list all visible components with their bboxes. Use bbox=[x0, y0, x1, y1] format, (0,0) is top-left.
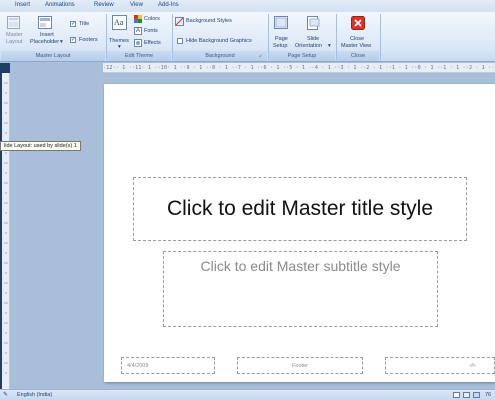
tab-review[interactable]: Review bbox=[94, 2, 114, 8]
zoom-level[interactable]: 76 bbox=[485, 392, 491, 398]
tab-animations[interactable]: Animations bbox=[45, 2, 75, 8]
page-setup-label-2: Setup bbox=[273, 43, 288, 49]
colors-icon bbox=[134, 15, 142, 23]
slide-orientation-button[interactable]: Slide Orientation ▾ bbox=[295, 14, 333, 50]
group-label-master-layout: Master Layout bbox=[1, 51, 105, 61]
page-setup-label-1: Page bbox=[275, 36, 288, 42]
ribbon: Master Layout Insert Placeholder ▾ ✓ Tit… bbox=[0, 12, 495, 62]
group-label-edit-theme: Edit Theme bbox=[107, 51, 171, 61]
close-master-view-label-1: Close bbox=[350, 36, 365, 42]
group-label-background: Background bbox=[173, 51, 267, 61]
footers-checkbox-label: Footers bbox=[79, 37, 98, 43]
tab-insert[interactable]: Insert bbox=[15, 2, 30, 8]
hide-background-graphics-checkbox[interactable] bbox=[177, 38, 183, 44]
title-placeholder[interactable]: Click to edit Master title style bbox=[133, 177, 467, 241]
slide-number-placeholder[interactable]: ‹#› bbox=[385, 357, 495, 374]
page-setup-button[interactable]: Page Setup bbox=[270, 14, 294, 50]
slide-show-icon[interactable] bbox=[473, 392, 480, 398]
slide-orientation-label-2: Orientation bbox=[295, 43, 322, 49]
insert-placeholder-button[interactable]: Insert Placeholder ▾ bbox=[28, 14, 66, 50]
ribbon-tabs: Insert Animations Review View Add-Ins bbox=[0, 0, 495, 12]
effects-icon bbox=[134, 39, 142, 47]
dialog-launcher-icon[interactable]: ⌟ bbox=[259, 52, 262, 59]
footer-placeholder[interactable]: Footer bbox=[237, 357, 363, 374]
effects-button[interactable]: Effects bbox=[134, 39, 170, 48]
normal-view-icon[interactable] bbox=[453, 392, 460, 398]
effects-label: Effects bbox=[144, 40, 161, 46]
divider bbox=[380, 14, 381, 60]
vertical-ruler bbox=[2, 73, 10, 389]
vertical-ruler-ticks bbox=[4, 82, 8, 374]
svg-text:Aa: Aa bbox=[114, 18, 124, 27]
master-layout-label-1: Master bbox=[6, 32, 23, 38]
group-label-close: Close bbox=[337, 51, 379, 61]
horizontal-ruler: ·12·· 1 ··11· 1 ··10· 1 ··9 · 1 ··8 · 1 … bbox=[103, 63, 495, 73]
slide-canvas[interactable]: Click to edit Master title style Click t… bbox=[104, 84, 495, 382]
group-label-page-setup: Page Setup bbox=[269, 51, 335, 61]
chevron-down-icon: ▾ bbox=[118, 44, 121, 50]
chevron-down-icon: ▾ bbox=[60, 39, 63, 45]
fonts-button[interactable]: A Fonts bbox=[134, 27, 170, 36]
hide-background-graphics-label: Hide Background Graphics bbox=[186, 38, 252, 44]
page-setup-icon bbox=[274, 16, 288, 29]
footers-checkbox[interactable]: ✓ bbox=[70, 37, 76, 43]
language-indicator[interactable]: English (India) bbox=[17, 392, 52, 398]
fonts-icon: A bbox=[134, 27, 142, 35]
slide-sorter-icon[interactable] bbox=[463, 392, 470, 398]
background-styles-icon bbox=[175, 17, 184, 26]
slide-orientation-label-1: Slide bbox=[307, 36, 320, 42]
master-layout-button[interactable]: Master Layout bbox=[2, 14, 26, 50]
master-layout-icon bbox=[7, 16, 20, 29]
status-bar: ✎ English (India) 76 bbox=[0, 389, 495, 400]
chevron-down-icon: ▾ bbox=[328, 43, 331, 49]
insert-placeholder-label-1: Insert bbox=[40, 32, 54, 38]
colors-button[interactable]: Colors bbox=[134, 15, 170, 24]
slide-orientation-icon bbox=[307, 16, 320, 30]
title-checkbox[interactable]: ✓ bbox=[70, 21, 76, 27]
spellcheck-icon[interactable]: ✎ bbox=[3, 391, 8, 398]
insert-placeholder-icon bbox=[38, 16, 52, 29]
fonts-label: Fonts bbox=[144, 28, 158, 34]
date-placeholder[interactable]: 4/4/2009 bbox=[121, 357, 215, 374]
close-master-view-button[interactable]: Close Master View bbox=[338, 14, 378, 50]
title-checkbox-label: Title bbox=[79, 21, 90, 27]
subtitle-placeholder[interactable]: Click to edit Master subtitle style bbox=[163, 251, 438, 327]
insert-placeholder-label-2: Placeholder bbox=[30, 39, 60, 45]
background-styles-button[interactable]: Background Styles bbox=[175, 17, 265, 27]
themes-icon: Aa bbox=[112, 15, 127, 30]
close-icon bbox=[351, 16, 365, 30]
themes-button[interactable]: Aa Themes ▾ bbox=[108, 14, 132, 50]
tab-add-ins[interactable]: Add-Ins bbox=[158, 2, 179, 8]
close-master-view-label-2: Master View bbox=[341, 43, 372, 49]
colors-label: Colors bbox=[144, 16, 160, 22]
master-layout-label-2: Layout bbox=[6, 39, 23, 45]
tab-view[interactable]: View bbox=[130, 2, 143, 8]
background-styles-label: Background Styles bbox=[186, 18, 232, 24]
slide-layout-tooltip: lide Layout: used by slide(s) 1 bbox=[0, 141, 81, 151]
